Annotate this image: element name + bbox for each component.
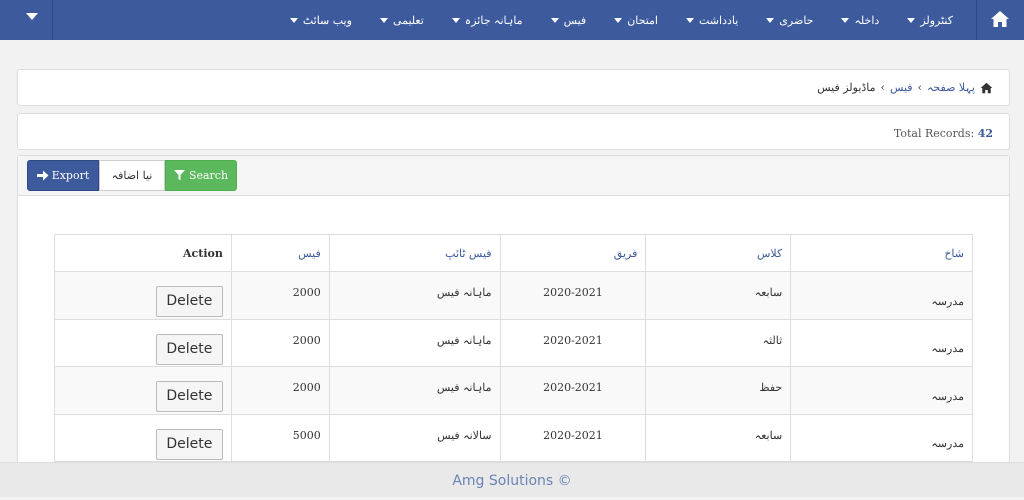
class-cell: سابعہ [645, 413, 792, 462]
fee-cell: 2000 [230, 271, 330, 320]
home-icon[interactable] [990, 10, 1010, 28]
caret-down-icon [766, 17, 775, 23]
total-records: Total Records: 42 [894, 127, 993, 140]
nav-item-label: یادداشت [699, 13, 739, 27]
caret-down-icon [379, 17, 388, 23]
nav-item-exam[interactable]: امتحان [600, 0, 672, 40]
fee-cell: 5000 [230, 413, 330, 462]
filter-icon [173, 170, 185, 181]
divider [976, 0, 977, 40]
caret-down-icon[interactable] [26, 13, 38, 20]
branch-cell: مدرسہ [790, 271, 973, 320]
breadcrumb-panel: پہلا صفحہ ‹ فیس ‹ ماڈیولز فیس [17, 69, 1010, 106]
nav-item-label: ماہانہ جائزہ [464, 13, 523, 27]
column-header-fee[interactable]: فیس [230, 234, 330, 272]
total-records-label: Total Records: [893, 127, 975, 140]
divider [52, 0, 53, 40]
breadcrumb-current: ماڈیولز فیس [817, 81, 876, 94]
toolbar: Export نیا اضافہ Search [18, 156, 1009, 196]
main-panel: Export نیا اضافہ Search Action فیس فیس ٹ… [17, 155, 1010, 475]
nav-item-label: ویب سائٹ [302, 13, 352, 27]
caret-down-icon [614, 17, 623, 23]
top-navbar: کنٹرولز داخلہ حاضری یادداشت امتحان فیس م… [0, 0, 1024, 40]
search-label: Search [188, 169, 229, 182]
branch-cell: مدرسہ [790, 318, 973, 367]
branch-cell: مدرسہ [790, 413, 973, 462]
breadcrumb: پہلا صفحہ ‹ فیس ‹ ماڈیولز فیس [817, 81, 993, 94]
records-panel: Total Records: 42 [17, 113, 1010, 150]
action-cell: Delete [54, 413, 232, 462]
search-button[interactable]: Search [165, 160, 237, 191]
class-cell: حفظ [645, 366, 792, 415]
action-cell: Delete [54, 366, 232, 415]
column-header-class[interactable]: کلاس [645, 234, 792, 272]
breadcrumb-fees-link[interactable]: فیس [890, 81, 913, 94]
nav-item-label: فیس [563, 13, 587, 27]
class-cell: ثالثہ [645, 318, 792, 367]
export-button[interactable]: Export [27, 160, 99, 191]
caret-down-icon [289, 17, 298, 23]
table-header-row: Action فیس فیس ٹائپ فریق کلاس شاخ [54, 234, 973, 272]
nav-item-label: امتحان [627, 13, 658, 27]
nav-item-notes[interactable]: یادداشت [672, 0, 752, 40]
nav-item-label: داخلہ [854, 13, 880, 27]
fee-type-cell: ماہانہ فیس [328, 318, 501, 367]
arrow-right-icon [36, 170, 49, 181]
nav-item-admission[interactable]: داخلہ [827, 0, 893, 40]
home-icon [980, 82, 993, 93]
nav-item-fees[interactable]: فیس [537, 0, 601, 40]
action-cell: Delete [54, 318, 232, 367]
session-cell: 2020-2021 [499, 318, 647, 367]
nav-item-attendance[interactable]: حاضری [752, 0, 827, 40]
caret-down-icon [686, 17, 694, 23]
fee-type-cell: ماہانہ فیس [328, 271, 501, 320]
table-row: Delete 2000 ماہانہ فیس 2020-2021 ثالثہ م… [54, 318, 973, 367]
session-cell: 2020-2021 [499, 366, 647, 415]
session-cell: 2020-2021 [499, 271, 647, 320]
fee-cell: 2000 [230, 366, 330, 415]
nav-item-label: کنٹرولز [920, 13, 953, 27]
nav-item-website[interactable]: ویب سائٹ [276, 0, 366, 40]
column-header-fee-type[interactable]: فیس ٹائپ [328, 234, 501, 272]
fee-type-cell: سالانہ فیس [328, 413, 501, 462]
caret-down-icon [841, 17, 850, 23]
footer-text: Amg Solutions © [452, 473, 572, 489]
caret-down-icon [451, 17, 460, 23]
delete-button[interactable]: Delete [155, 333, 223, 365]
table-row: Delete 2000 ماہانہ فیس 2020-2021 سابعہ م… [54, 271, 973, 320]
class-cell: سابعہ [645, 271, 792, 320]
main-nav: کنٹرولز داخلہ حاضری یادداشت امتحان فیس م… [276, 0, 967, 40]
branch-cell: مدرسہ [790, 366, 973, 415]
delete-button[interactable]: Delete [155, 428, 223, 460]
fees-table: Action فیس فیس ٹائپ فریق کلاس شاخ Delete… [54, 234, 973, 462]
session-cell: 2020-2021 [499, 413, 647, 462]
breadcrumb-home-link[interactable]: پہلا صفحہ [927, 81, 975, 94]
action-cell: Delete [54, 271, 232, 320]
delete-button[interactable]: Delete [155, 286, 223, 317]
nav-item-controls[interactable]: کنٹرولز [893, 0, 967, 40]
footer: Amg Solutions © [0, 462, 1024, 497]
nav-item-label: تعلیمی [392, 13, 424, 27]
table-row: Delete 2000 ماہانہ فیس 2020-2021 حفظ مدر… [54, 366, 973, 415]
table-row: Delete 5000 سالانہ فیس 2020-2021 سابعہ م… [54, 413, 973, 462]
caret-down-icon [550, 17, 559, 23]
delete-button[interactable]: Delete [155, 381, 223, 412]
column-header-branch[interactable]: شاخ [790, 234, 973, 272]
fee-cell: 2000 [230, 318, 330, 367]
fee-type-cell: ماہانہ فیس [328, 366, 501, 415]
add-new-label: نیا اضافہ [111, 169, 153, 182]
chevron-icon: ‹ [880, 81, 885, 94]
export-label: Export [51, 169, 90, 182]
nav-item-monthly-review[interactable]: ماہانہ جائزہ [438, 0, 537, 40]
chevron-icon: ‹ [917, 81, 922, 94]
column-header-session[interactable]: فریق [499, 234, 647, 272]
column-header-action: Action [54, 234, 232, 272]
total-records-count: 42 [977, 127, 993, 140]
add-new-button[interactable]: نیا اضافہ [99, 160, 165, 191]
nav-item-education[interactable]: تعلیمی [366, 0, 438, 40]
nav-item-label: حاضری [779, 13, 814, 27]
caret-down-icon [907, 17, 916, 23]
